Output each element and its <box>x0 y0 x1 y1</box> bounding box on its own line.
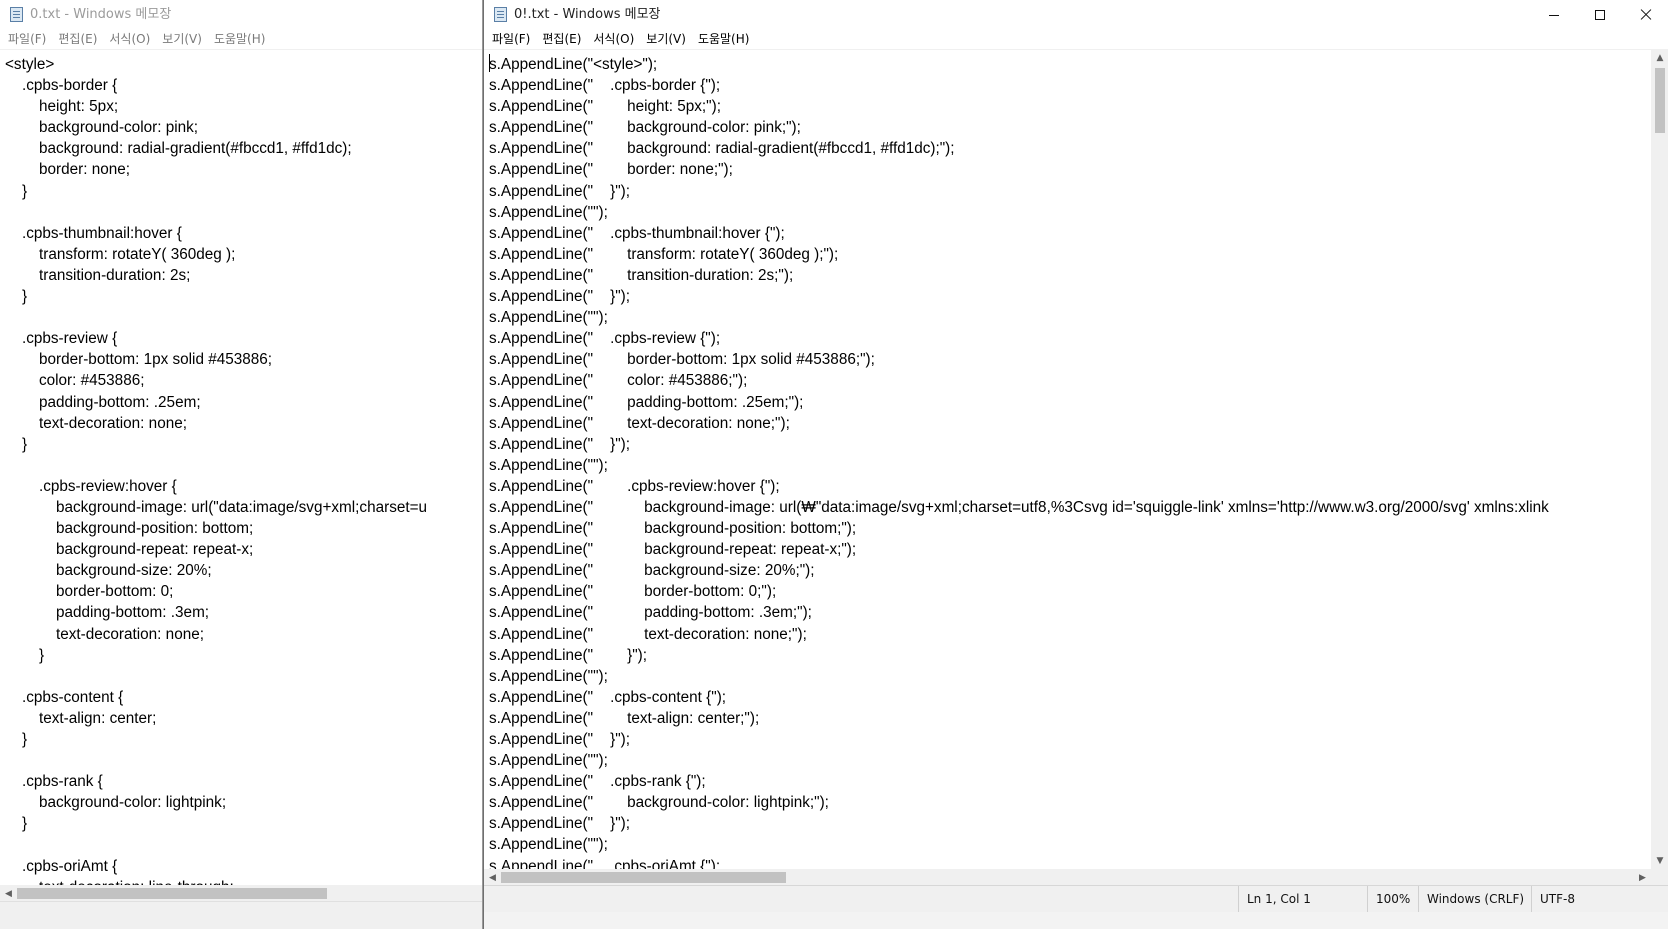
notepad-window-right[interactable]: 0!.txt - Windows 메모장 파일(F) 편집(E) 서식(O) 보… <box>483 0 1668 929</box>
notepad-window-left[interactable]: 0.txt - Windows 메모장 파일(F) 편집(E) 서식(O) 보기… <box>0 0 483 929</box>
status-encoding: UTF-8 <box>1531 886 1660 912</box>
scroll-down-icon[interactable]: ▼ <box>1651 852 1668 869</box>
text-editor[interactable]: <style> .cpbs-border { height: 5px; back… <box>0 49 482 885</box>
menu-format[interactable]: 서식(O) <box>103 30 156 49</box>
editor-text[interactable]: <style> .cpbs-border { height: 5px; back… <box>0 50 482 885</box>
maximize-icon <box>1595 10 1605 20</box>
menu-edit[interactable]: 편집(E) <box>536 30 587 49</box>
vertical-scrollbar[interactable]: ▲ ▼ <box>1651 49 1668 869</box>
notepad-icon <box>494 7 507 22</box>
scroll-thumb[interactable] <box>501 872 786 883</box>
menu-help[interactable]: 도움말(H) <box>208 30 272 49</box>
horizontal-scrollbar[interactable]: ◀ <box>0 885 482 902</box>
maximize-button[interactable] <box>1577 0 1623 30</box>
title-bar[interactable]: 0!.txt - Windows 메모장 <box>484 0 1668 30</box>
menu-bar: 파일(F) 편집(E) 서식(O) 보기(V) 도움말(H) <box>0 30 482 49</box>
scroll-left-icon[interactable]: ◀ <box>484 869 501 886</box>
window-bottom-edge <box>0 901 482 929</box>
window-title: 0!.txt - Windows 메모장 <box>514 7 661 22</box>
scrollbar-corner <box>1651 869 1668 886</box>
notepad-icon <box>10 7 23 22</box>
close-icon <box>1640 9 1652 21</box>
scroll-up-icon[interactable]: ▲ <box>1651 49 1668 66</box>
editor-text[interactable]: s.AppendLine("<style>"); s.AppendLine(" … <box>484 50 1651 869</box>
menu-edit[interactable]: 편집(E) <box>52 30 103 49</box>
scroll-left-icon[interactable]: ◀ <box>0 885 17 902</box>
menu-view[interactable]: 보기(V) <box>156 30 208 49</box>
status-bar: Ln 1, Col 1 100% Windows (CRLF) UTF-8 <box>484 885 1668 912</box>
window-bottom-edge <box>484 912 1668 929</box>
minimize-icon <box>1549 14 1559 16</box>
close-button[interactable] <box>1623 0 1668 30</box>
horizontal-scrollbar[interactable]: ◀ ▶ <box>484 869 1651 886</box>
menu-bar: 파일(F) 편집(E) 서식(O) 보기(V) 도움말(H) <box>484 30 1668 49</box>
menu-help[interactable]: 도움말(H) <box>692 30 756 49</box>
text-caret <box>489 54 490 72</box>
status-cursor-position: Ln 1, Col 1 <box>1238 886 1375 912</box>
window-title: 0.txt - Windows 메모장 <box>30 7 172 22</box>
scroll-thumb[interactable] <box>1655 68 1665 133</box>
menu-view[interactable]: 보기(V) <box>640 30 692 49</box>
status-line-ending: Windows (CRLF) <box>1418 886 1539 912</box>
menu-format[interactable]: 서식(O) <box>587 30 640 49</box>
menu-file[interactable]: 파일(F) <box>2 30 52 49</box>
scroll-right-icon[interactable]: ▶ <box>1634 869 1651 886</box>
text-editor[interactable]: s.AppendLine("<style>"); s.AppendLine(" … <box>484 49 1651 869</box>
title-bar[interactable]: 0.txt - Windows 메모장 <box>0 0 482 30</box>
scroll-thumb[interactable] <box>17 888 327 899</box>
menu-file[interactable]: 파일(F) <box>486 30 536 49</box>
minimize-button[interactable] <box>1531 0 1577 30</box>
